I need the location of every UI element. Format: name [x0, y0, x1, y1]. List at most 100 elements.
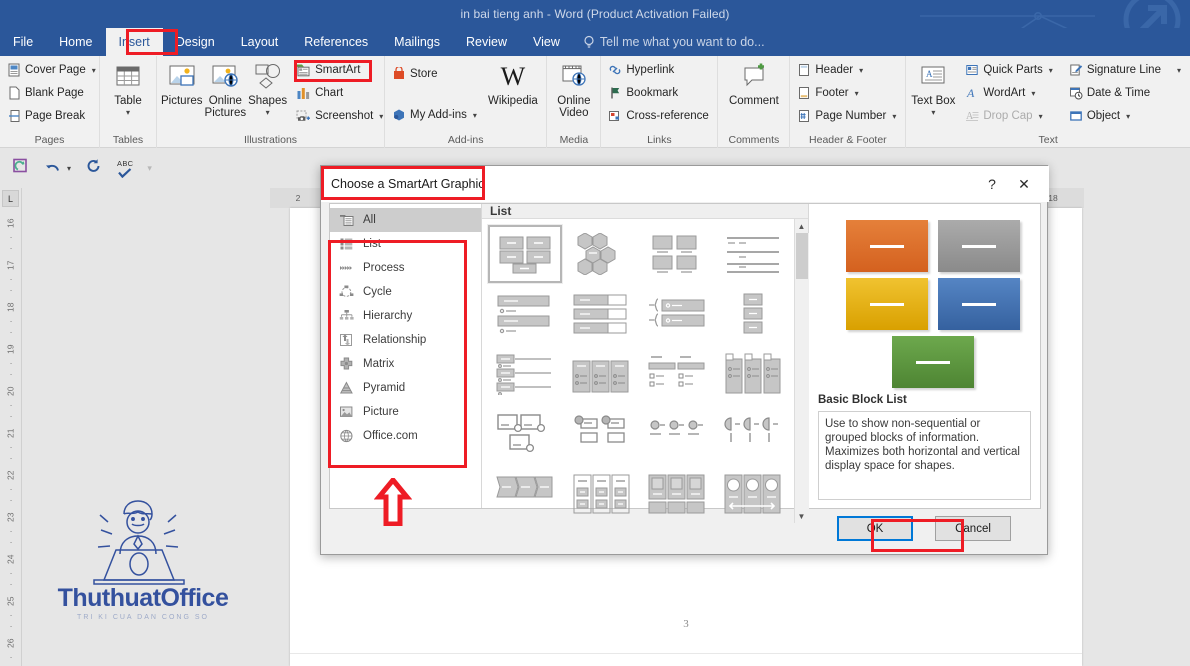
chevron-down-icon[interactable]: ▾: [67, 164, 71, 173]
signature-line-button[interactable]: Signature Line ▾: [1066, 59, 1186, 81]
undo-icon[interactable]: ▾: [44, 159, 71, 177]
layout-horizontal-picture-list[interactable]: [640, 405, 714, 463]
layout-lined-list[interactable]: [716, 225, 790, 283]
category-item-office-com[interactable]: Office.com: [330, 424, 481, 448]
layout-bending-picture-caption[interactable]: [564, 405, 638, 463]
tab-stop-selector[interactable]: L: [2, 190, 19, 207]
chart-button[interactable]: Chart: [293, 82, 388, 104]
layout-picture-caption-list[interactable]: [640, 225, 714, 283]
tell-me-search[interactable]: Tell me what you want to do...: [573, 28, 765, 56]
chevron-down-icon[interactable]: ▾: [379, 112, 383, 121]
tab-references[interactable]: References: [291, 28, 381, 56]
chevron-down-icon[interactable]: ▾: [1126, 112, 1130, 121]
category-item-cycle[interactable]: Cycle: [330, 280, 481, 304]
category-item-matrix[interactable]: Matrix: [330, 352, 481, 376]
chevron-down-icon[interactable]: ▾: [266, 107, 270, 119]
chevron-down-icon[interactable]: ▾: [1049, 66, 1053, 75]
tab-design[interactable]: Design: [163, 28, 228, 56]
comment-button[interactable]: Comment: [722, 59, 785, 107]
category-item-list[interactable]: List: [330, 232, 481, 256]
customize-qat-icon[interactable]: ▾: [147, 163, 152, 174]
pictures-button[interactable]: Pictures: [161, 59, 203, 107]
ok-button[interactable]: OK: [837, 516, 913, 541]
layout-horizontal-bullet-list[interactable]: [488, 345, 562, 403]
layout-stacked-list[interactable]: [716, 285, 790, 343]
category-item-picture[interactable]: Picture: [330, 400, 481, 424]
quick-parts-button[interactable]: Quick Parts ▾: [962, 59, 1057, 81]
tab-file[interactable]: File: [0, 28, 46, 56]
wikipedia-button[interactable]: W Wikipedia: [484, 59, 542, 108]
page-number-button[interactable]: Page Number ▾: [794, 105, 901, 127]
date-time-button[interactable]: Date & Time: [1066, 82, 1186, 104]
smartart-button[interactable]: SmartArt: [293, 59, 388, 81]
page-number-text: 3: [683, 618, 689, 630]
tab-review[interactable]: Review: [453, 28, 520, 56]
store-button[interactable]: Store: [389, 63, 482, 85]
layout-alternating-hexagons[interactable]: [564, 225, 638, 283]
chevron-down-icon[interactable]: ▾: [931, 107, 935, 119]
scroll-thumb[interactable]: [795, 233, 808, 279]
screenshot-button[interactable]: Screenshot ▾: [293, 105, 388, 127]
save-icon[interactable]: [12, 157, 30, 180]
drop-cap-button[interactable]: A Drop Cap ▾: [962, 105, 1057, 127]
gallery-scrollbar[interactable]: ▲ ▼: [794, 219, 809, 523]
gallery-header: List: [482, 204, 808, 219]
layout-vertical-bullet-list[interactable]: [488, 285, 562, 343]
hyperlink-button[interactable]: Hyperlink: [605, 59, 713, 81]
chevron-down-icon[interactable]: ▾: [92, 66, 96, 75]
chevron-down-icon[interactable]: ▾: [855, 89, 859, 98]
cross-reference-button[interactable]: Cross-reference: [605, 105, 713, 127]
cancel-button[interactable]: Cancel: [935, 516, 1011, 541]
spelling-icon[interactable]: ABC: [117, 159, 133, 178]
my-addins-button[interactable]: My Add-ins ▾: [389, 104, 482, 126]
chevron-down-icon[interactable]: ▾: [892, 112, 896, 121]
layout-pie-process[interactable]: [716, 405, 790, 463]
layout-grouped-list[interactable]: [640, 285, 714, 343]
hyperlink-icon: [610, 65, 621, 75]
wordart-button[interactable]: A WordArt ▾: [962, 82, 1057, 104]
tab-insert[interactable]: Insert: [105, 28, 163, 56]
online-video-icon: [559, 61, 589, 93]
category-item-hierarchy[interactable]: Hierarchy: [330, 304, 481, 328]
online-pictures-button[interactable]: Online Pictures: [205, 59, 246, 119]
chevron-down-icon[interactable]: ▾: [1039, 112, 1043, 121]
category-item-pyramid[interactable]: Pyramid: [330, 376, 481, 400]
help-button[interactable]: ?: [979, 172, 1005, 196]
layout-horizontal-bullet-list-2[interactable]: [640, 345, 714, 403]
category-item-relationship[interactable]: Relationship: [330, 328, 481, 352]
chevron-down-icon[interactable]: ▾: [1177, 66, 1181, 75]
header-label: Header: [815, 64, 854, 76]
bookmark-button[interactable]: Bookmark: [605, 82, 713, 104]
redo-icon[interactable]: [85, 157, 103, 180]
header-button[interactable]: Header ▾: [794, 59, 901, 81]
layout-picture-accent-list[interactable]: [488, 405, 562, 463]
tab-home[interactable]: Home: [46, 28, 105, 56]
cover-page-button[interactable]: Cover Page ▾: [4, 59, 101, 81]
page-break-button[interactable]: Page Break: [4, 105, 101, 127]
table-button[interactable]: Table ▾: [104, 59, 152, 119]
tab-mailings[interactable]: Mailings: [381, 28, 453, 56]
layout-vertical-box-list[interactable]: [564, 285, 638, 343]
text-box-button[interactable]: A Text Box ▾: [910, 59, 956, 119]
tab-layout[interactable]: Layout: [228, 28, 292, 56]
close-button[interactable]: ✕: [1011, 172, 1037, 196]
vertical-ruler[interactable]: ··16··17··18··19··20··21··22··23··24··25…: [0, 188, 22, 666]
layout-vertical-block-list[interactable]: [564, 345, 638, 403]
category-item-all[interactable]: All: [330, 208, 481, 232]
scroll-track[interactable]: [794, 233, 809, 509]
scroll-up-button[interactable]: ▲: [794, 219, 809, 233]
blank-page-button[interactable]: Blank Page: [4, 82, 101, 104]
layout-tab-list[interactable]: [716, 345, 790, 403]
object-button[interactable]: Object ▾: [1066, 105, 1186, 127]
chevron-down-icon[interactable]: ▾: [859, 66, 863, 75]
online-video-button[interactable]: Online Video: [551, 59, 596, 119]
footer-button[interactable]: Footer ▾: [794, 82, 901, 104]
tab-view[interactable]: View: [520, 28, 573, 56]
layout-basic-block-list[interactable]: [487, 224, 563, 284]
chevron-down-icon[interactable]: ▾: [1031, 89, 1035, 98]
chevron-down-icon[interactable]: ▾: [473, 111, 477, 120]
category-item-process[interactable]: Process: [330, 256, 481, 280]
pictures-label: Pictures: [161, 95, 203, 107]
chevron-down-icon[interactable]: ▾: [126, 107, 130, 119]
shapes-button[interactable]: Shapes ▾: [248, 59, 287, 119]
